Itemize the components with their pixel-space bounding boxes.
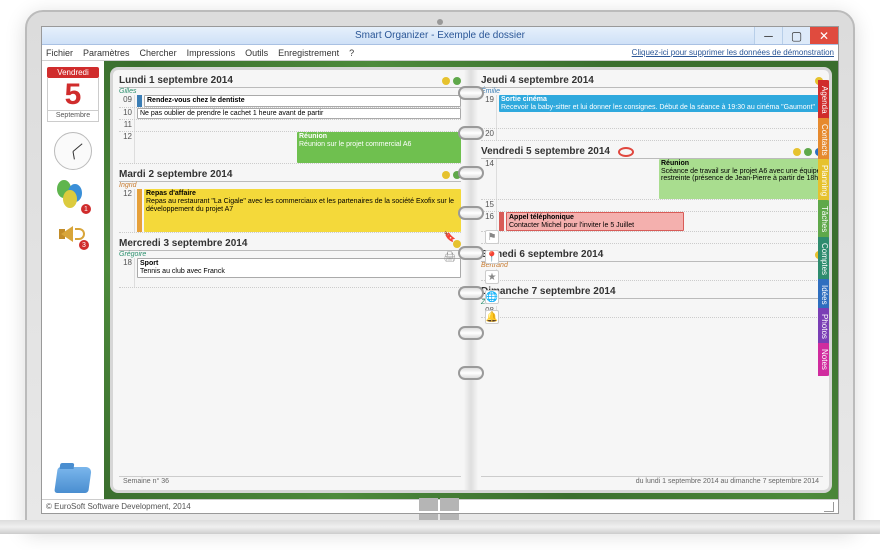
bell-icon[interactable]: 🔔 bbox=[485, 310, 499, 324]
balloons-badge: 1 bbox=[81, 204, 91, 214]
binder-rings bbox=[458, 86, 484, 380]
today-month: Septembre bbox=[47, 111, 99, 122]
day-owner: Grégoire bbox=[119, 251, 461, 258]
menu-outils[interactable]: Outils bbox=[245, 48, 268, 58]
tab-agenda[interactable]: Agenda bbox=[818, 80, 831, 120]
menu-fichier[interactable]: Fichier bbox=[46, 48, 73, 58]
print-icon[interactable]: 🖨 bbox=[443, 250, 457, 264]
desk-background: 🔖 🖨 ⚑ 📍 ★ 🌐 🔔 Lundi 1 septembre 2014 bbox=[104, 61, 838, 499]
tab-photos[interactable]: Photos bbox=[818, 308, 831, 345]
window-titlebar: Smart Organizer - Exemple de dossier ─ ▢… bbox=[42, 27, 838, 45]
tab-comptes[interactable]: Comptes bbox=[818, 237, 831, 281]
star-icon[interactable]: ★ bbox=[485, 270, 499, 284]
speaker-icon[interactable]: 3 bbox=[59, 222, 87, 248]
clock-icon bbox=[54, 132, 92, 170]
close-button[interactable]: ✕ bbox=[810, 27, 838, 44]
event[interactable]: RéunionScéance de travail sur le projet … bbox=[659, 159, 823, 199]
maximize-button[interactable]: ▢ bbox=[782, 27, 810, 44]
organizer-book: 🔖 🖨 ⚑ 📍 ★ 🌐 🔔 Lundi 1 septembre 2014 bbox=[110, 67, 832, 493]
tab-idees[interactable]: Idées bbox=[818, 279, 831, 311]
day-header: Vendredi 5 septembre 2014 bbox=[481, 146, 610, 157]
tab-planning[interactable]: Planning bbox=[818, 159, 831, 202]
event[interactable]: Ne pas oublier de prendre le cachet 1 he… bbox=[137, 108, 461, 120]
day-owner: Ingrid bbox=[119, 182, 461, 189]
event[interactable]: RéunionRéunion sur le projet commercial … bbox=[297, 132, 461, 163]
day-owner: Émilie bbox=[481, 88, 823, 95]
day-header: Mercredi 3 septembre 2014 bbox=[119, 238, 247, 249]
event[interactable]: Appel téléphoniqueContacter Michel pour … bbox=[506, 212, 684, 231]
tab-taches[interactable]: Tâches bbox=[818, 200, 831, 238]
event[interactable]: Sortie cinémaRecevoir la baby-sitter et … bbox=[499, 95, 823, 112]
event[interactable]: Rendez-vous chez le dentiste bbox=[144, 95, 461, 107]
menu-enregistrement[interactable]: Enregistrement bbox=[278, 48, 339, 58]
day-header: Mardi 2 septembre 2014 bbox=[119, 169, 232, 180]
day-header: Jeudi 4 septembre 2014 bbox=[481, 75, 594, 86]
day-owner: Bertrand bbox=[481, 262, 823, 269]
day-sunday: Dimanche 7 septembre 2014 Zaïne 08 bbox=[481, 285, 823, 318]
day-header: Dimanche 7 septembre 2014 bbox=[481, 286, 616, 297]
today-date-widget[interactable]: Vendredi 5 Septembre bbox=[47, 67, 99, 122]
day-header: Lundi 1 septembre 2014 bbox=[119, 75, 233, 86]
pin-icon[interactable]: 📍 bbox=[485, 250, 499, 264]
right-tabs: Agenda Contacts Planning Tâches Comptes … bbox=[818, 80, 831, 374]
day-saturday: Samedi 6 septembre 2014 Bertrand 09 bbox=[481, 248, 823, 281]
day-owner: Gilles bbox=[119, 88, 461, 95]
menu-help[interactable]: ? bbox=[349, 48, 354, 58]
day-owner: Zaïne bbox=[481, 299, 823, 306]
week-range: du lundi 1 septembre 2014 au dimanche 7 … bbox=[636, 478, 819, 485]
menu-parametres[interactable]: Paramètres bbox=[83, 48, 130, 58]
day-friday: Vendredi 5 septembre 2014 14 RéunionScéa… bbox=[481, 145, 823, 244]
minimize-button[interactable]: ─ bbox=[754, 27, 782, 44]
week-number: Semaine n° 36 bbox=[123, 478, 169, 485]
today-marker-icon bbox=[618, 147, 634, 157]
event[interactable]: Repas d'affaireRepas au restaurant "La C… bbox=[144, 189, 461, 232]
globe-icon[interactable]: 🌐 bbox=[485, 290, 499, 304]
tab-notes[interactable]: Notes bbox=[818, 343, 831, 376]
flag-icon[interactable]: ⚑ bbox=[485, 230, 499, 244]
day-thursday: Jeudi 4 septembre 2014 Émilie 19 Sortie … bbox=[481, 74, 823, 141]
folder-icon[interactable] bbox=[54, 467, 92, 493]
day-wednesday: Mercredi 3 septembre 2014 Grégoire 18 Sp… bbox=[119, 237, 461, 288]
copyright: © EuroSoft Software Development, 2014 bbox=[46, 502, 191, 511]
resize-grip-icon[interactable] bbox=[824, 502, 834, 512]
tab-contacts[interactable]: Contacts bbox=[818, 118, 831, 162]
day-header: Samedi 6 septembre 2014 bbox=[481, 249, 603, 260]
balloons-icon[interactable]: 1 bbox=[57, 180, 89, 212]
event[interactable]: SportTennis au club avec Franck bbox=[137, 258, 461, 277]
day-tuesday: Mardi 2 septembre 2014 Ingrid 12 Repas d… bbox=[119, 168, 461, 233]
window-title: Smart Organizer - Exemple de dossier bbox=[42, 30, 838, 41]
day-monday: Lundi 1 septembre 2014 Gilles 09 Rendez-… bbox=[119, 74, 461, 164]
bookmark-icon[interactable]: 🔖 bbox=[443, 230, 457, 244]
today-daynum: 5 bbox=[47, 78, 99, 111]
speaker-badge: 3 bbox=[79, 240, 89, 250]
left-toolbar: Vendredi 5 Septembre 1 3 bbox=[42, 61, 104, 499]
today-dayname: Vendredi bbox=[47, 67, 99, 78]
menu-impressions[interactable]: Impressions bbox=[187, 48, 236, 58]
menu-chercher[interactable]: Chercher bbox=[140, 48, 177, 58]
demo-hint-link[interactable]: Cliquez-ici pour supprimer les données d… bbox=[632, 48, 834, 57]
menu-bar: Fichier Paramètres Chercher Impressions … bbox=[42, 45, 838, 61]
